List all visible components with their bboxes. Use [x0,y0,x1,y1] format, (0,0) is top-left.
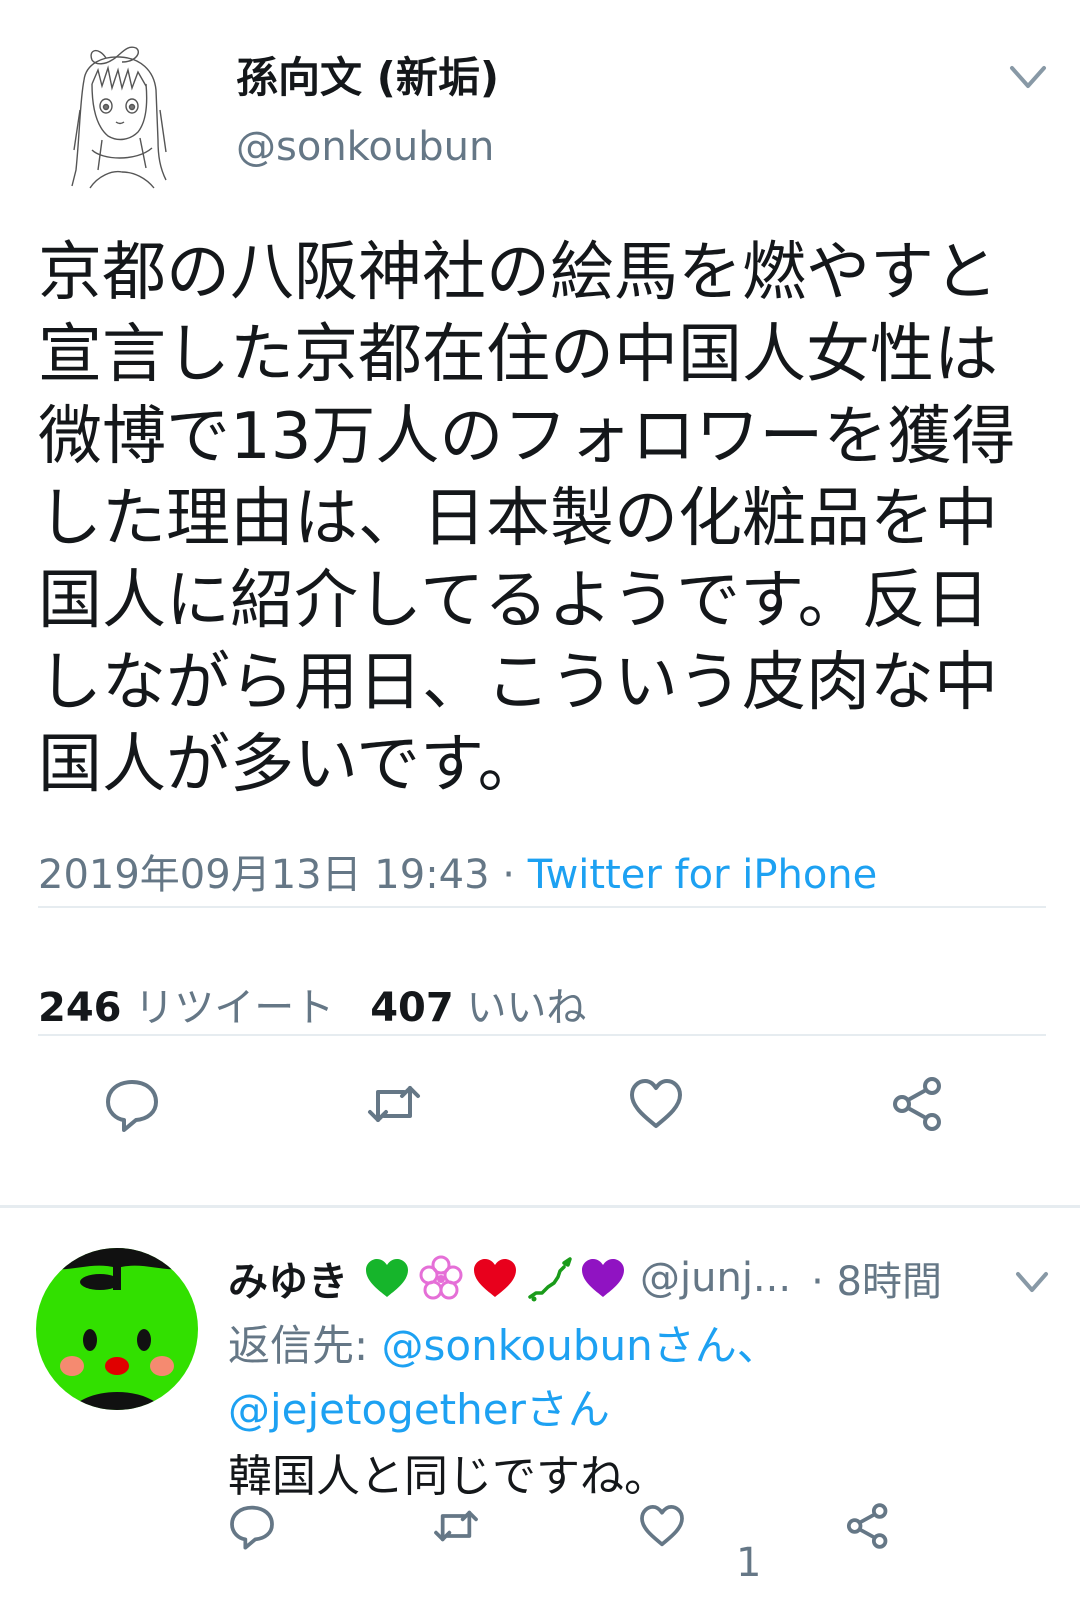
reply-like-button[interactable] [630,1494,694,1558]
reply-to-label: 返信先: [228,1321,382,1370]
tweet-meta: 2019年09月13日 19:43 · Twitter for iPhone [38,842,877,900]
like-count: 407 [370,985,454,1031]
like-stat[interactable]: 407 いいね [370,985,586,1031]
tweet-stats: 246 リツイート 407 いいね [38,975,586,1033]
tweet-text-line: した理由は、日本製の化粧品を中 [38,482,998,556]
purple-heart-icon [582,1259,624,1297]
tweet-text: 京都の八阪神社の絵馬を燃やすと 宣言した京都在住の中国人女性は 微博で13万人のフォ… [38,232,1058,806]
tweet-text-line: 京都の八阪神社の絵馬を燃やすと [38,236,998,310]
mention-link[interactable]: @jejetogether [228,1385,526,1434]
tweet-source-link[interactable]: Twitter for iPhone [528,852,878,898]
retweet-icon [368,1086,420,1122]
green-heart-icon [366,1259,408,1297]
reply-time[interactable]: · 8時間 [811,1249,942,1307]
heart-icon [640,1504,684,1547]
japan-map-icon [528,1257,572,1302]
like-button[interactable] [620,1068,692,1140]
tweet-text-line: しながら用日、こういう皮肉な中 [38,646,998,720]
tweet-timestamp[interactable]: 2019年09月13日 19:43 [38,852,490,898]
reply-to-line: @jejetogetherさん [228,1376,610,1437]
share-button[interactable] [882,1068,954,1140]
author-display-name[interactable]: 孫向文 (新垢) [236,44,499,105]
reply-to-line: 返信先: @sonkoubunさん、 [228,1312,779,1373]
like-label: いいね [466,985,587,1031]
share-icon [893,1077,941,1131]
meta-separator: · [489,852,528,898]
reply-button[interactable] [96,1068,168,1140]
tweet-text-line: 宣言した京都在住の中国人女性は [38,318,998,392]
red-heart-icon [474,1259,516,1297]
reply-header: みゆき @junj... · 8時間 [228,1248,1018,1308]
retweet-button[interactable] [358,1068,430,1140]
retweet-count: 246 [38,985,122,1031]
divider [38,1034,1046,1036]
reply-like-count: 1 [736,1540,762,1586]
reply-icon [230,1505,274,1550]
retweet-icon [434,1510,478,1542]
pink-flower-icon [419,1255,463,1300]
reply-share-button[interactable] [836,1494,900,1558]
tweet-text-line: 微博で13万人のフォロワーを獲得 [38,400,1016,474]
heart-icon [630,1079,682,1128]
mention-suffix: さん [525,1385,610,1434]
reply-author-name[interactable]: みゆき [228,1249,348,1307]
tweet-text-line: 国人に紹介してるようです。反日 [38,564,990,638]
reply-author-handle[interactable]: @junj... [640,1255,791,1301]
reply-retweet-button[interactable] [424,1494,488,1558]
divider [38,906,1046,908]
reply-icon [106,1080,158,1132]
mention-suffix: さん、 [652,1321,779,1370]
share-icon [846,1503,888,1549]
chevron-down-icon[interactable] [1012,1266,1052,1298]
retweet-label: リツイート [134,985,335,1031]
reply-author-avatar[interactable] [36,1248,198,1410]
reply-reply-button[interactable] [220,1494,284,1558]
chevron-down-icon[interactable] [1006,60,1050,96]
section-divider [0,1205,1080,1208]
author-avatar[interactable] [62,40,180,190]
tweet-text-line: 国人が多いです。 [38,728,542,802]
retweet-stat[interactable]: 246 リツイート [38,985,334,1031]
mention-link[interactable]: @sonkoubun [382,1321,653,1370]
name-emojis [362,1253,628,1303]
author-handle[interactable]: @sonkoubun [236,124,494,170]
